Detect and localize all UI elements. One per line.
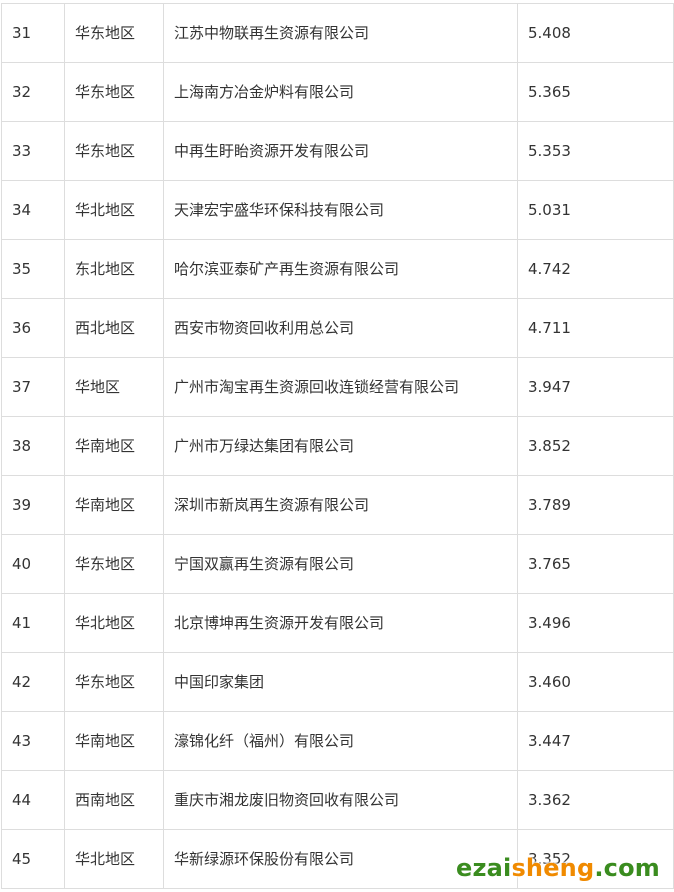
table-row: 33 华东地区 中再生盱眙资源开发有限公司 5.353 [1, 121, 674, 181]
rank-cell: 37 [1, 357, 65, 417]
table-row: 42 华东地区 中国印家集团 3.460 [1, 652, 674, 712]
rank-cell: 34 [1, 180, 65, 240]
company-cell: 中再生盱眙资源开发有限公司 [163, 121, 518, 181]
value-cell: 4.711 [517, 298, 674, 358]
site-watermark: ezaisheng.com [456, 854, 660, 882]
table-row: 41 华北地区 北京博坤再生资源开发有限公司 3.496 [1, 593, 674, 653]
rank-cell: 43 [1, 711, 65, 771]
table-row: 31 华东地区 江苏中物联再生资源有限公司 5.408 [1, 3, 674, 63]
company-cell: 重庆市湘龙废旧物资回收有限公司 [163, 770, 518, 830]
table-row: 37 华地区 广州市淘宝再生资源回收连锁经营有限公司 3.947 [1, 357, 674, 417]
company-cell: 宁国双赢再生资源有限公司 [163, 534, 518, 594]
company-cell: 广州市淘宝再生资源回收连锁经营有限公司 [163, 357, 518, 417]
company-cell: 上海南方冶金炉料有限公司 [163, 62, 518, 122]
value-cell: 5.408 [517, 3, 674, 63]
region-cell: 华地区 [64, 357, 164, 417]
ranking-table-container: 31 华东地区 江苏中物联再生资源有限公司 5.408 32 华东地区 上海南方… [0, 0, 674, 889]
company-cell: 西安市物资回收利用总公司 [163, 298, 518, 358]
value-cell: 3.765 [517, 534, 674, 594]
value-cell: 3.496 [517, 593, 674, 653]
rank-cell: 45 [1, 829, 65, 889]
rank-cell: 42 [1, 652, 65, 712]
rank-cell: 35 [1, 239, 65, 299]
company-cell: 江苏中物联再生资源有限公司 [163, 3, 518, 63]
value-cell: 3.460 [517, 652, 674, 712]
table-row: 40 华东地区 宁国双赢再生资源有限公司 3.765 [1, 534, 674, 594]
table-row: 34 华北地区 天津宏宇盛华环保科技有限公司 5.031 [1, 180, 674, 240]
company-cell: 哈尔滨亚泰矿产再生资源有限公司 [163, 239, 518, 299]
region-cell: 华东地区 [64, 3, 164, 63]
table-row: 39 华南地区 深圳市新岚再生资源有限公司 3.789 [1, 475, 674, 535]
value-cell: 5.353 [517, 121, 674, 181]
table-row: 35 东北地区 哈尔滨亚泰矿产再生资源有限公司 4.742 [1, 239, 674, 299]
region-cell: 华南地区 [64, 711, 164, 771]
rank-cell: 36 [1, 298, 65, 358]
value-cell: 3.447 [517, 711, 674, 771]
region-cell: 华北地区 [64, 180, 164, 240]
region-cell: 华南地区 [64, 416, 164, 476]
region-cell: 华东地区 [64, 652, 164, 712]
region-cell: 华南地区 [64, 475, 164, 535]
value-cell: 3.362 [517, 770, 674, 830]
rank-cell: 41 [1, 593, 65, 653]
company-cell: 天津宏宇盛华环保科技有限公司 [163, 180, 518, 240]
table-row: 36 西北地区 西安市物资回收利用总公司 4.711 [1, 298, 674, 358]
value-cell: 3.789 [517, 475, 674, 535]
watermark-part-ezai: ezai [455, 854, 512, 882]
value-cell: 4.742 [517, 239, 674, 299]
rank-cell: 33 [1, 121, 65, 181]
region-cell: 华东地区 [64, 62, 164, 122]
rank-cell: 39 [1, 475, 65, 535]
table-row: 32 华东地区 上海南方冶金炉料有限公司 5.365 [1, 62, 674, 122]
region-cell: 华北地区 [64, 829, 164, 889]
rank-cell: 32 [1, 62, 65, 122]
table-row: 44 西南地区 重庆市湘龙废旧物资回收有限公司 3.362 [1, 770, 674, 830]
value-cell: 5.031 [517, 180, 674, 240]
rank-cell: 38 [1, 416, 65, 476]
region-cell: 西北地区 [64, 298, 164, 358]
region-cell: 华北地区 [64, 593, 164, 653]
region-cell: 东北地区 [64, 239, 164, 299]
value-cell: 3.852 [517, 416, 674, 476]
rank-cell: 40 [1, 534, 65, 594]
company-cell: 北京博坤再生资源开发有限公司 [163, 593, 518, 653]
ranking-table: 31 华东地区 江苏中物联再生资源有限公司 5.408 32 华东地区 上海南方… [1, 3, 674, 889]
value-cell: 3.947 [517, 357, 674, 417]
company-cell: 广州市万绿达集团有限公司 [163, 416, 518, 476]
company-cell: 深圳市新岚再生资源有限公司 [163, 475, 518, 535]
value-cell: 5.365 [517, 62, 674, 122]
rank-cell: 31 [1, 3, 65, 63]
table-row: 43 华南地区 濠锦化纤（福州）有限公司 3.447 [1, 711, 674, 771]
rank-cell: 44 [1, 770, 65, 830]
watermark-part-com: .com [594, 854, 660, 882]
watermark-part-sheng: sheng [511, 854, 595, 882]
company-cell: 中国印家集团 [163, 652, 518, 712]
region-cell: 西南地区 [64, 770, 164, 830]
table-row: 38 华南地区 广州市万绿达集团有限公司 3.852 [1, 416, 674, 476]
region-cell: 华东地区 [64, 534, 164, 594]
company-cell: 濠锦化纤（福州）有限公司 [163, 711, 518, 771]
region-cell: 华东地区 [64, 121, 164, 181]
